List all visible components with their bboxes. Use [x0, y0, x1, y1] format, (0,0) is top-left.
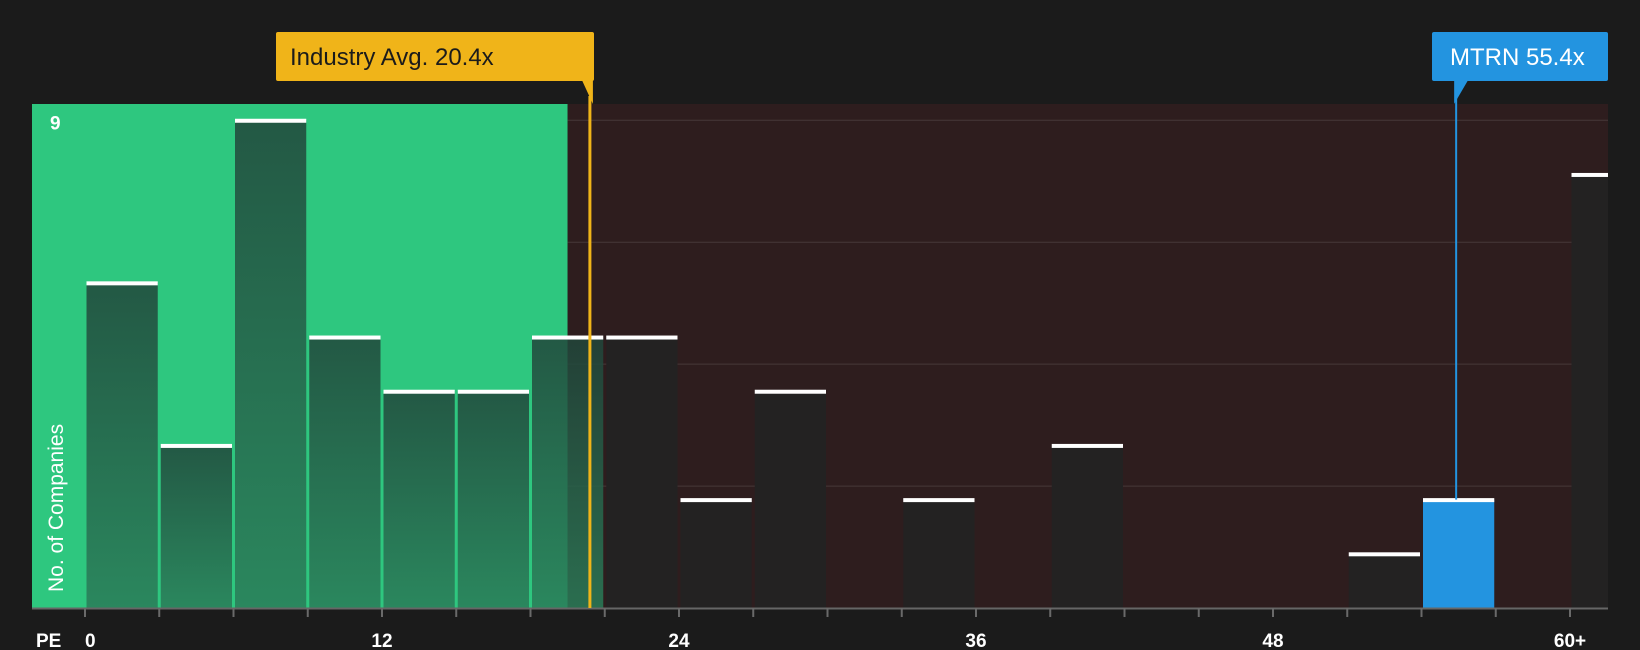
bar-top: [1423, 498, 1495, 503]
bar: [1051, 445, 1123, 608]
bar-top: [309, 335, 381, 340]
x-axis-label: PE: [36, 631, 61, 650]
y-axis-label: No. of Companies: [45, 424, 68, 592]
bar-top: [754, 389, 826, 394]
bar-top: [606, 335, 678, 340]
bar-top: [903, 498, 975, 503]
bar-top: [235, 118, 307, 123]
company-pe-pointer: [1454, 80, 1469, 104]
x-tick-label: 0: [85, 631, 96, 650]
bar-top: [1571, 172, 1608, 177]
bar: [86, 282, 158, 608]
x-tick-label: 60+: [1554, 631, 1586, 650]
company-pe-label: MTRN 55.4x: [1450, 44, 1585, 71]
bar-top: [680, 498, 752, 503]
bar-top: [532, 335, 604, 340]
x-tick-label: 48: [1262, 631, 1283, 650]
bar: [606, 337, 678, 608]
bar: [1348, 553, 1420, 608]
bar: [680, 499, 752, 608]
bar: [754, 391, 826, 608]
industry-avg-label: Industry Avg. 20.4x: [290, 44, 494, 71]
bar: [235, 120, 307, 609]
bar: [160, 445, 232, 608]
bar-top: [86, 281, 158, 286]
bar: [532, 337, 604, 608]
x-tick-label: 24: [668, 631, 690, 650]
bar-top: [1348, 552, 1420, 557]
bar-top: [457, 389, 529, 394]
bar: [457, 391, 529, 608]
x-tick-label: 36: [965, 631, 986, 650]
bar-top: [1051, 443, 1123, 448]
bar: [309, 337, 381, 608]
pe-distribution-chart: 9 0 12 24 36 48 60+ Industry Avg. 20.4x MTRN 55…: [32, 32, 1608, 650]
y-tick-label: 9: [50, 113, 61, 134]
bar-top: [160, 443, 232, 448]
bar-top: [383, 389, 455, 394]
bar: [1571, 174, 1608, 609]
bar: [903, 499, 975, 608]
bar: [383, 391, 455, 608]
highlighted-bar: [1423, 499, 1495, 608]
x-tick-label: 12: [371, 631, 392, 650]
